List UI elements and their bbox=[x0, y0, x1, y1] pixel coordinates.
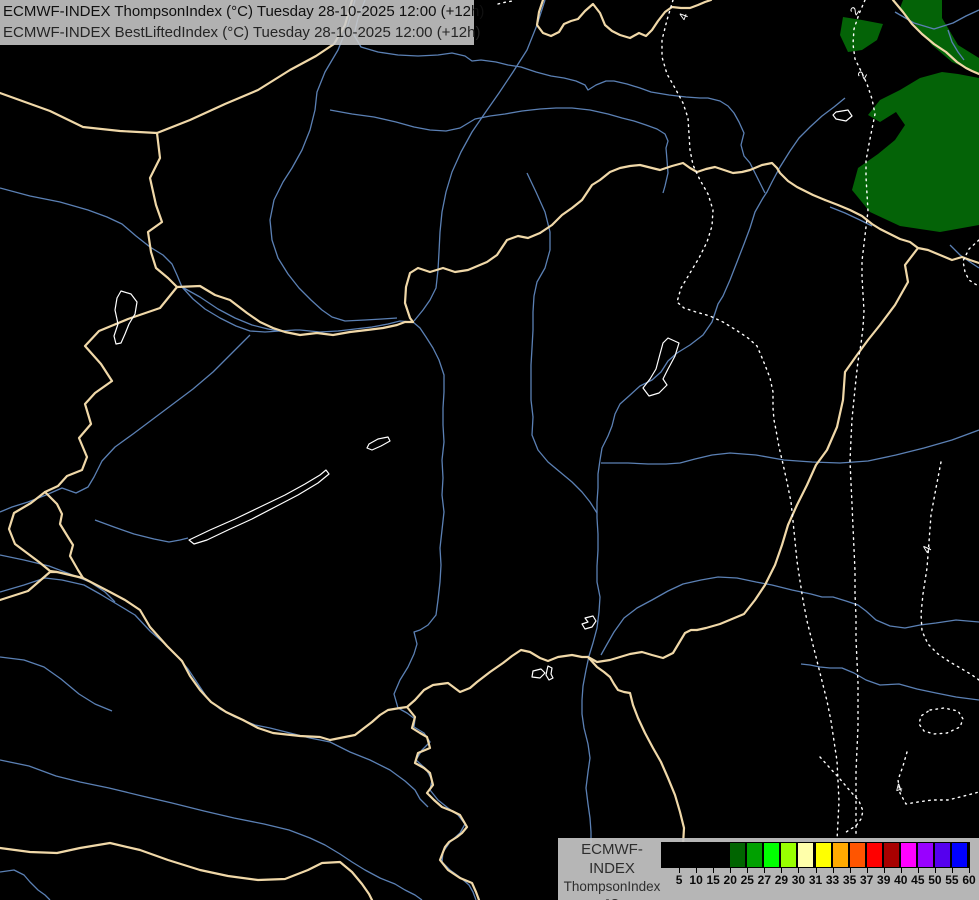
legend-unit-label: °C bbox=[562, 896, 662, 900]
legend-color-cell bbox=[764, 843, 780, 867]
legend-color-cell bbox=[730, 843, 746, 867]
border-drava bbox=[0, 570, 332, 742]
lake-balaton bbox=[188, 469, 330, 545]
border-sava bbox=[0, 841, 374, 900]
lake-tisza bbox=[642, 337, 680, 397]
contour-oval bbox=[918, 707, 964, 735]
contour-lifted2-east bbox=[849, 0, 876, 838]
contour-value-label: 4 bbox=[919, 543, 935, 555]
legend-tick-label: 60 bbox=[962, 873, 976, 887]
river-hron bbox=[526, 172, 598, 514]
lake-small-1 bbox=[531, 668, 546, 679]
legend-color-cell bbox=[832, 843, 848, 867]
legend-color-cell bbox=[917, 843, 933, 867]
index-patch-green-band bbox=[900, 0, 979, 74]
legend-color-cell bbox=[781, 843, 797, 867]
river-southwest-2 bbox=[0, 869, 51, 900]
contour-top-fragment bbox=[497, 0, 514, 5]
legend-color-cell bbox=[951, 843, 967, 867]
river-danube-main bbox=[299, 320, 477, 900]
contour-lifted2-west bbox=[661, 0, 840, 841]
title-line-thompson-index: ECMWF-INDEX ThompsonIndex (°C) Tuesday 2… bbox=[3, 3, 485, 20]
legend-color-cell bbox=[798, 843, 814, 867]
legend-panel: ECMWF-INDEX ThompsonIndex °C 51015202527… bbox=[558, 838, 979, 900]
border-hungary-croatia-west bbox=[43, 490, 85, 580]
river-koros bbox=[601, 429, 979, 465]
legend-color-cell bbox=[883, 843, 899, 867]
legend-color-cell bbox=[900, 843, 916, 867]
river-maros-south bbox=[800, 663, 979, 701]
legend-color-cell bbox=[696, 843, 712, 867]
legend-color-cell bbox=[866, 843, 882, 867]
index-patch-green-small bbox=[840, 17, 883, 52]
contour-value-label: 2 bbox=[854, 68, 870, 81]
lake-small-3 bbox=[581, 615, 597, 630]
river-southwest-1 bbox=[0, 656, 113, 712]
border-serbia-romania bbox=[586, 655, 686, 847]
lake-small-2 bbox=[545, 665, 554, 681]
border-hungary-south bbox=[328, 648, 590, 742]
lake-small-ne bbox=[832, 109, 853, 122]
contour-lifted4-se bbox=[897, 751, 979, 805]
contour-value-label: 2 bbox=[847, 4, 862, 18]
title-line-best-lifted-index: ECMWF-INDEX BestLiftedIndex (°C) Tuesday… bbox=[3, 24, 481, 41]
lake-velence bbox=[366, 436, 391, 451]
river-raba bbox=[0, 334, 251, 513]
legend-color-cell bbox=[849, 843, 865, 867]
legend-color-cell bbox=[815, 843, 831, 867]
legend-color-cell bbox=[747, 843, 763, 867]
legend-color-cell bbox=[679, 843, 695, 867]
river-zala bbox=[94, 519, 189, 543]
map-canvas: 2 2 4 4 4 bbox=[0, 0, 979, 900]
contour-lifted4-mid bbox=[920, 461, 979, 681]
border-hungary-slovakia-east bbox=[538, 161, 827, 235]
lake-neusiedl bbox=[113, 290, 138, 345]
border-hungary-romania-south bbox=[586, 628, 699, 664]
legend-color-cell bbox=[662, 843, 678, 867]
legend-colorbar bbox=[661, 842, 970, 868]
border-czech-austria bbox=[0, 91, 159, 135]
legend-title-block: ECMWF-INDEX ThompsonIndex °C bbox=[562, 840, 662, 900]
border-hungary-romania-east bbox=[695, 246, 920, 632]
river-slana bbox=[329, 107, 669, 194]
contour-value-label: 4 bbox=[676, 11, 692, 22]
border-hungary-slovakia-danube bbox=[175, 284, 415, 337]
border-austria-hungary bbox=[43, 285, 179, 494]
river-northeast-4 bbox=[949, 244, 979, 269]
border-ipel bbox=[403, 231, 542, 324]
contour-value-label: 4 bbox=[893, 780, 904, 796]
weather-map-page: 2 2 4 4 4 ECMWF-INDEX ThompsonIndex (°C) Tue… bbox=[0, 0, 979, 900]
legend-color-cell bbox=[713, 843, 729, 867]
title-bar: ECMWF-INDEX ThompsonIndex (°C) Tuesday 2… bbox=[0, 0, 485, 45]
legend-model-name: ECMWF-INDEX bbox=[581, 841, 643, 877]
river-maros bbox=[600, 576, 979, 656]
river-morava bbox=[269, 0, 398, 322]
border-slovenia-loop bbox=[7, 490, 59, 574]
river-drava bbox=[0, 577, 429, 808]
river-vah bbox=[413, 0, 546, 322]
legend-index-name: ThompsonIndex bbox=[563, 879, 661, 894]
legend-color-cell bbox=[934, 843, 950, 867]
